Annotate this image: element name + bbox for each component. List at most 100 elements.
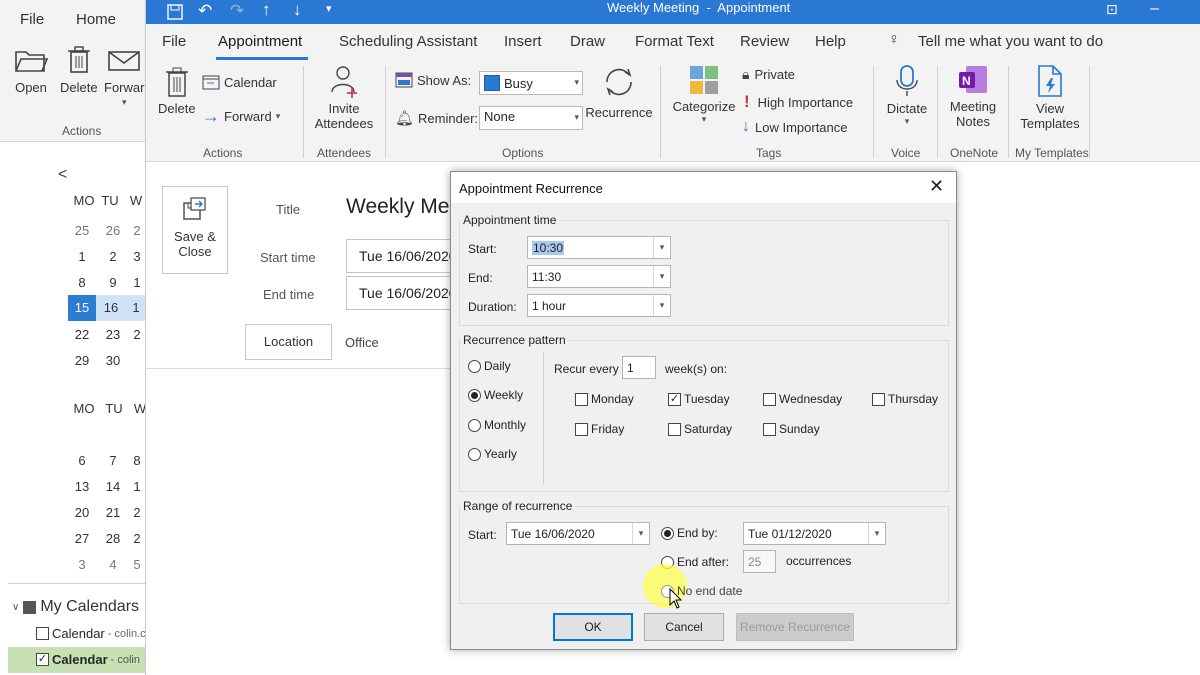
calendar-day[interactable]: 16 — [96, 295, 126, 321]
my-calendars-checkbox[interactable] — [23, 600, 37, 614]
radio-end-by-circle[interactable] — [661, 526, 674, 540]
tab-appointment[interactable]: Appointment — [218, 33, 302, 50]
calendar-day[interactable]: 28 — [101, 531, 125, 546]
calendar-item[interactable]: Calendar - colin.c — [36, 626, 145, 641]
arrow-down-icon[interactable]: ↓ — [293, 0, 302, 20]
calendar-day[interactable]: 20 — [70, 505, 94, 520]
categorize-button[interactable]: Categorize ▾ — [668, 64, 740, 125]
calendar-day[interactable]: 4 — [101, 557, 125, 572]
tab-help[interactable]: Help — [815, 33, 846, 50]
calendar-day[interactable]: 8 — [125, 453, 145, 468]
checkbox-thursday[interactable]: Thursday — [872, 392, 938, 406]
radio-end-by[interactable]: End by: — [661, 526, 718, 540]
chevron-down-icon[interactable]: ▾ — [632, 523, 649, 544]
location-input[interactable]: Office — [345, 335, 379, 350]
chevron-down-icon[interactable]: ▾ — [653, 266, 670, 287]
checkbox-tuesday-box[interactable]: ✓ — [668, 392, 681, 406]
my-calendars-group[interactable]: ∨ My Calendars — [12, 598, 139, 616]
checkbox-tuesday[interactable]: ✓ Tuesday — [668, 392, 730, 406]
radio-weekly[interactable]: Weekly — [468, 388, 523, 402]
checkbox-friday[interactable]: Friday — [575, 422, 624, 436]
checkbox-friday-box[interactable] — [575, 422, 588, 436]
tab-home-main[interactable]: Home — [76, 11, 116, 28]
tab-insert[interactable]: Insert — [504, 33, 542, 50]
calendar-day[interactable]: 6 — [70, 453, 94, 468]
radio-weekly-circle[interactable] — [468, 388, 481, 402]
checkbox-thursday-box[interactable] — [872, 392, 885, 406]
delete-button[interactable]: Delete — [158, 66, 196, 116]
ok-button[interactable]: OK — [553, 613, 633, 641]
tab-file-main[interactable]: File — [20, 11, 44, 28]
recurrence-button[interactable]: Recurrence — [584, 64, 654, 120]
start-date-field[interactable]: Tue 16/06/2020 — [346, 239, 466, 273]
calendar-day[interactable]: 8 — [70, 275, 94, 290]
checkbox-monday[interactable]: Monday — [575, 392, 634, 406]
end-after-input[interactable]: 25 — [743, 550, 776, 573]
end-by-combo[interactable]: Tue 01/12/2020 ▾ — [743, 522, 886, 545]
calendar-prev-button[interactable]: < — [58, 166, 67, 184]
radio-yearly[interactable]: Yearly — [468, 447, 517, 461]
checkbox-wednesday-box[interactable] — [763, 392, 776, 406]
calendar-day[interactable]: 13 — [70, 479, 94, 494]
tab-file[interactable]: File — [162, 33, 186, 50]
calendar-day[interactable]: 27 — [70, 531, 94, 546]
tab-review[interactable]: Review — [740, 33, 789, 50]
chevron-down-icon[interactable]: ▾ — [653, 237, 670, 258]
calendar-day[interactable]: 25 — [70, 223, 94, 238]
tab-draw[interactable]: Draw — [570, 33, 605, 50]
arrow-up-icon[interactable]: ↑ — [262, 0, 271, 20]
end-date-field[interactable]: Tue 16/06/2020 — [346, 276, 466, 310]
calendar-day[interactable]: 7 — [101, 453, 125, 468]
start-time-combo[interactable]: 10:30 ▾ — [527, 236, 671, 259]
calendar-day[interactable]: 26 — [101, 223, 125, 238]
tab-format-text[interactable]: Format Text — [635, 33, 714, 50]
invite-attendees-button[interactable]: Invite Attendees — [312, 64, 376, 131]
calendar-button[interactable]: Calendar — [202, 74, 277, 90]
calendar-day[interactable]: 14 — [101, 479, 125, 494]
low-importance-button[interactable]: ↓ Low Importance — [742, 118, 848, 136]
forward-button[interactable]: → Forward ▾ — [202, 107, 280, 125]
reminder-dropdown[interactable]: None ▾ — [479, 106, 583, 130]
open-button[interactable]: Open — [14, 46, 48, 95]
calendar-day[interactable]: 2 — [125, 505, 145, 520]
calendar-day[interactable]: 2 — [125, 223, 145, 238]
checkbox-monday-box[interactable] — [575, 392, 588, 406]
view-templates-button[interactable]: View Templates — [1016, 64, 1084, 131]
calendar-day[interactable]: 29 — [70, 353, 94, 368]
checkbox-saturday-box[interactable] — [668, 422, 681, 436]
calendar-day[interactable]: 3 — [125, 249, 145, 264]
calendar-day[interactable]: 21 — [101, 505, 125, 520]
calendar-day[interactable]: 2 — [125, 531, 145, 546]
checkbox-sunday-box[interactable] — [763, 422, 776, 436]
customize-toolbar-icon[interactable]: ▾ — [326, 2, 332, 15]
calendar-day[interactable]: 9 — [101, 275, 125, 290]
remove-recurrence-button[interactable]: Remove Recurrence — [736, 613, 854, 641]
calendar-item-checkbox[interactable] — [36, 627, 49, 640]
save-icon[interactable] — [166, 3, 184, 21]
close-icon[interactable]: ✕ — [929, 176, 944, 197]
checkbox-saturday[interactable]: Saturday — [668, 422, 732, 436]
radio-monthly-circle[interactable] — [468, 418, 481, 432]
checkbox-sunday[interactable]: Sunday — [763, 422, 820, 436]
radio-daily[interactable]: Daily — [468, 359, 511, 373]
tell-me-search[interactable]: Tell me what you want to do — [918, 33, 1103, 50]
minimize-icon[interactable]: – — [1150, 0, 1159, 18]
calendar-day[interactable]: 1 — [125, 479, 145, 494]
calendar-day[interactable]: 23 — [101, 327, 125, 342]
radio-monthly[interactable]: Monthly — [468, 418, 526, 432]
location-button[interactable]: Location — [245, 324, 332, 360]
checkbox-wednesday[interactable]: Wednesday — [763, 392, 842, 406]
end-time-combo[interactable]: 11:30 ▾ — [527, 265, 671, 288]
calendar-day[interactable]: 22 — [70, 327, 94, 342]
high-importance-button[interactable]: ! High Importance — [744, 92, 853, 112]
calendar-day[interactable]: 1 — [125, 275, 145, 290]
chevron-down-icon[interactable]: ▾ — [653, 295, 670, 316]
calendar-item-checkbox-checked[interactable]: ✓ — [36, 653, 49, 666]
calendar-day-selected[interactable]: 15 — [68, 295, 96, 321]
calendar-item-selected[interactable]: ✓ Calendar - colin — [36, 652, 140, 667]
forward-button-main[interactable]: Forwar ▾ — [104, 46, 144, 108]
duration-combo[interactable]: 1 hour ▾ — [527, 294, 671, 317]
private-button[interactable]: 🔒︎ Private — [742, 66, 795, 83]
cancel-button[interactable]: Cancel — [644, 613, 724, 641]
range-start-combo[interactable]: Tue 16/06/2020 ▾ — [506, 522, 650, 545]
